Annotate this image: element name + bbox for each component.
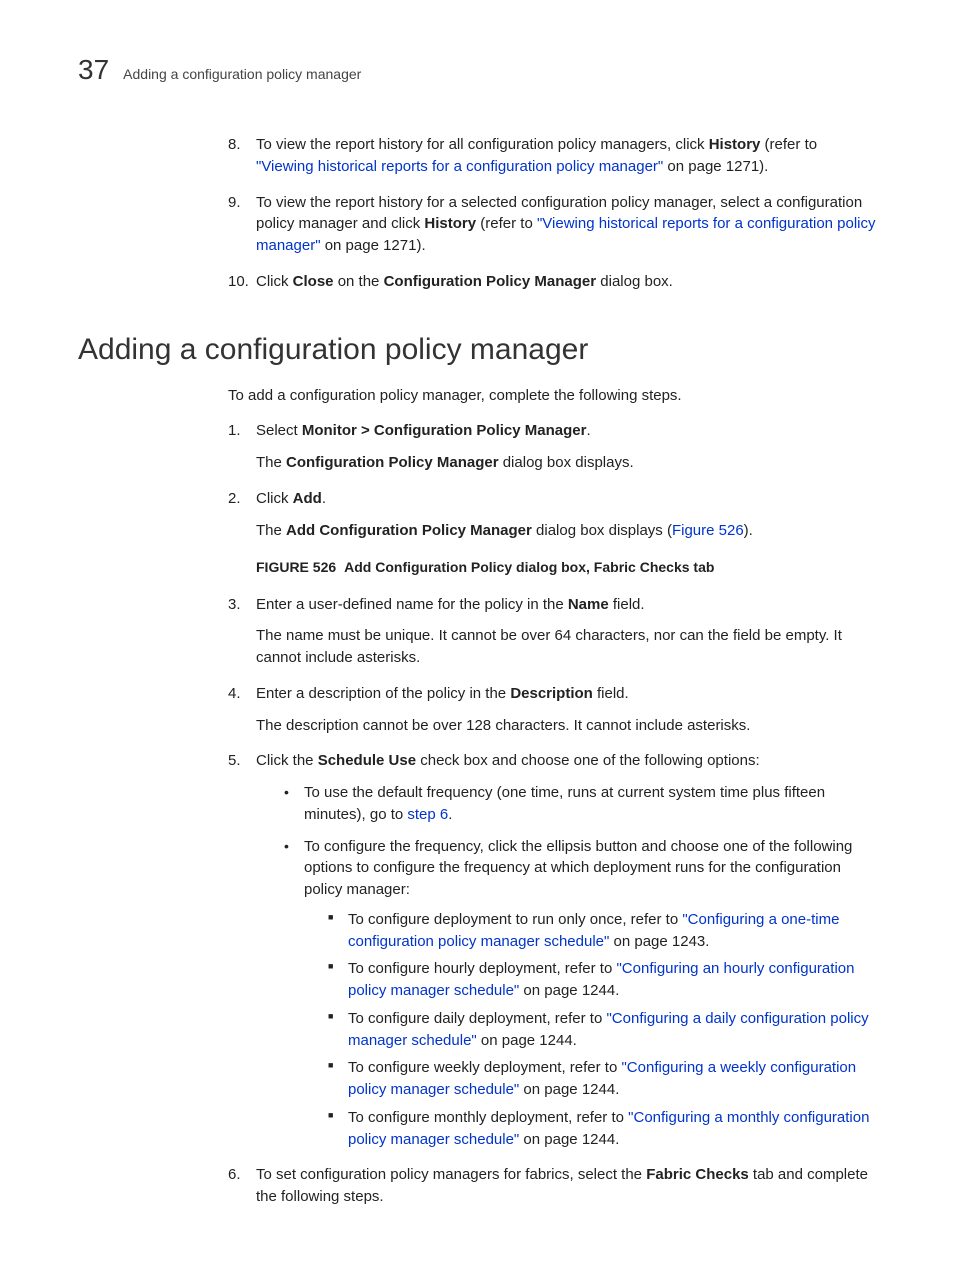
list-item: To configure monthly deployment, refer t… [328, 1107, 876, 1151]
figure-title: Add Configuration Policy dialog box, Fab… [344, 559, 714, 575]
list-item: To configure daily deployment, refer to … [328, 1008, 876, 1052]
figure-label: FIGURE 526 [256, 559, 336, 575]
text: on page 1271). [321, 237, 426, 254]
text: Select [256, 422, 302, 439]
list-item: To configure deployment to run only once… [328, 909, 876, 953]
link-step-6[interactable]: step 6 [407, 806, 448, 823]
text: To configure the frequency, click the el… [304, 838, 852, 899]
close-label: Close [293, 273, 334, 290]
text: Click [256, 490, 293, 507]
text: check box and choose one of the followin… [416, 752, 760, 769]
name-field: Name [568, 596, 609, 613]
text: . [448, 806, 452, 823]
text: on the [334, 273, 384, 290]
text: (refer to [476, 215, 537, 232]
schedule-use-label: Schedule Use [318, 752, 416, 769]
intro-paragraph: To add a configuration policy manager, c… [228, 385, 876, 407]
text: To configure deployment to run only once… [348, 911, 682, 928]
step-number: 9. [228, 192, 241, 214]
text: To configure monthly deployment, refer t… [348, 1109, 628, 1126]
step-note: The Configuration Policy Manager dialog … [256, 452, 876, 474]
step-number: 2. [228, 488, 241, 510]
text: dialog box displays ( [532, 522, 672, 539]
add-label: Add [293, 490, 322, 507]
text: dialog box displays. [499, 454, 634, 471]
text: The [256, 522, 286, 539]
list-item: To configure the frequency, click the el… [284, 836, 876, 1151]
step-3: 3. Enter a user-defined name for the pol… [228, 594, 876, 669]
text: Enter a user-defined name for the policy… [256, 596, 568, 613]
history-label: History [424, 215, 476, 232]
text: (refer to [760, 136, 817, 153]
text: on page 1271). [663, 158, 768, 175]
history-label: History [709, 136, 761, 153]
description-field: Description [510, 685, 593, 702]
text: To view the report history for all confi… [256, 136, 709, 153]
procedure-steps: 1. Select Monitor > Configuration Policy… [228, 420, 876, 1208]
step-number: 10. [228, 271, 249, 293]
step-number: 8. [228, 134, 241, 156]
text: field. [593, 685, 629, 702]
fabric-checks-tab: Fabric Checks [646, 1166, 749, 1183]
page: 37 Adding a configuration policy manager… [0, 0, 954, 1282]
list-item: To configure hourly deployment, refer to… [328, 958, 876, 1002]
link-figure-526[interactable]: Figure 526 [672, 522, 744, 539]
text: The [256, 454, 286, 471]
link-viewing-historical-reports[interactable]: "Viewing historical reports for a config… [256, 158, 663, 175]
step-number: 3. [228, 594, 241, 616]
text: . [322, 490, 326, 507]
text: Click the [256, 752, 318, 769]
page-header: 37 Adding a configuration policy manager [78, 54, 876, 86]
step-6: 6. To set configuration policy managers … [228, 1164, 876, 1208]
step-number: 6. [228, 1164, 241, 1186]
text: Enter a description of the policy in the [256, 685, 510, 702]
sub-option-list: To configure deployment to run only once… [328, 909, 876, 1151]
text: Click [256, 273, 293, 290]
text: on page 1244. [519, 1131, 619, 1148]
continued-steps: 8. To view the report history for all co… [228, 134, 876, 293]
section-heading: Adding a configuration policy manager [78, 333, 876, 367]
step-number: 5. [228, 750, 241, 772]
list-item: To use the default frequency (one time, … [284, 782, 876, 826]
dialog-name: Configuration Policy Manager [286, 454, 499, 471]
menu-path: Monitor > Configuration Policy Manager [302, 422, 587, 439]
content: 8. To view the report history for all co… [78, 134, 876, 1208]
text: on page 1244. [519, 982, 619, 999]
step-2: 2. Click Add. The Add Configuration Poli… [228, 488, 876, 578]
step-9: 9. To view the report history for a sele… [228, 192, 876, 257]
step-8: 8. To view the report history for all co… [228, 134, 876, 178]
text: on page 1244. [477, 1032, 577, 1049]
option-list: To use the default frequency (one time, … [284, 782, 876, 1150]
text: dialog box. [596, 273, 673, 290]
step-note: The Add Configuration Policy Manager dia… [256, 520, 876, 542]
text: To configure hourly deployment, refer to [348, 960, 616, 977]
text: field. [609, 596, 645, 613]
text: To use the default frequency (one time, … [304, 784, 825, 823]
text: To configure weekly deployment, refer to [348, 1059, 621, 1076]
step-note: The description cannot be over 128 chara… [256, 715, 876, 737]
step-number: 1. [228, 420, 241, 442]
text: . [586, 422, 590, 439]
dialog-name: Configuration Policy Manager [384, 273, 597, 290]
step-number: 4. [228, 683, 241, 705]
figure-caption: FIGURE 526 Add Configuration Policy dialo… [256, 557, 876, 577]
list-item: To configure weekly deployment, refer to… [328, 1057, 876, 1101]
step-4: 4. Enter a description of the policy in … [228, 683, 876, 737]
chapter-number: 37 [78, 54, 109, 86]
step-5: 5. Click the Schedule Use check box and … [228, 750, 876, 1150]
text: on page 1243. [609, 933, 709, 950]
text: ). [744, 522, 753, 539]
step-note: The name must be unique. It cannot be ov… [256, 625, 876, 669]
step-1: 1. Select Monitor > Configuration Policy… [228, 420, 876, 474]
text: on page 1244. [519, 1081, 619, 1098]
text: To configure daily deployment, refer to [348, 1010, 606, 1027]
running-title: Adding a configuration policy manager [123, 66, 361, 82]
step-10: 10. Click Close on the Configuration Pol… [228, 271, 876, 293]
text: To set configuration policy managers for… [256, 1166, 646, 1183]
dialog-name: Add Configuration Policy Manager [286, 522, 532, 539]
